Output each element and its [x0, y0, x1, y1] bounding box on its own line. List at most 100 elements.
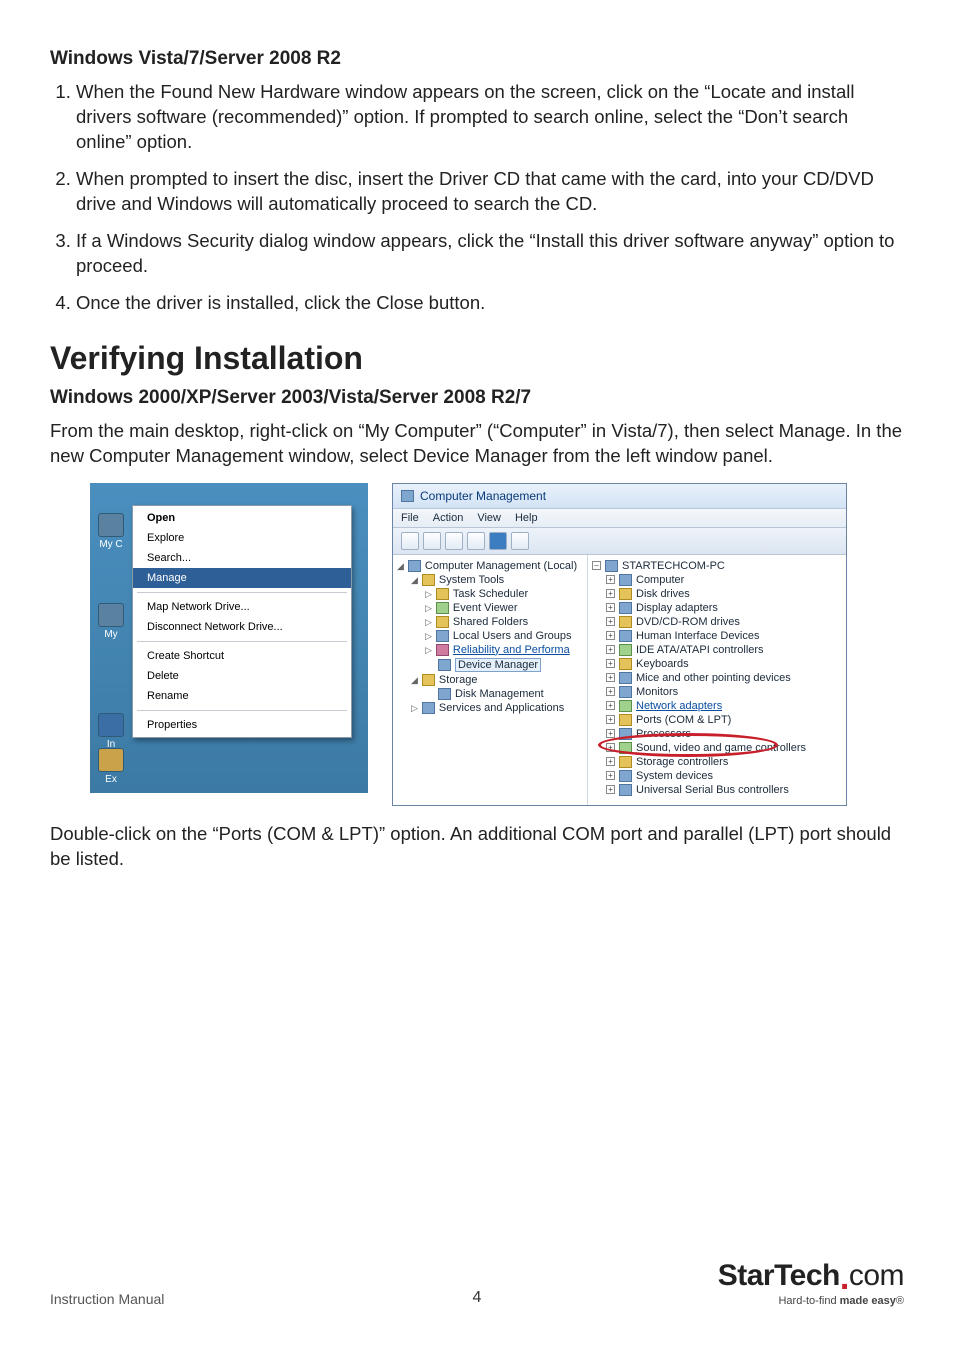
collapse-icon[interactable]: –: [592, 561, 601, 570]
node-label: Mice and other pointing devices: [636, 672, 791, 684]
expand-icon[interactable]: +: [606, 729, 615, 738]
desktop-icon-my-computer[interactable]: My C: [96, 513, 126, 550]
cm-titlebar: Computer Management: [393, 484, 846, 508]
ctx-search[interactable]: Search...: [133, 548, 351, 568]
cm-left-node[interactable]: ◢System Tools: [397, 573, 585, 587]
cm-right-node[interactable]: + Display adapters: [592, 601, 842, 615]
cm-menu-action[interactable]: Action: [433, 512, 464, 524]
cm-right-node[interactable]: + Disk drives: [592, 587, 842, 601]
cm-left-node[interactable]: Disk Management: [397, 687, 585, 701]
cm-right-node[interactable]: +Computer: [592, 573, 842, 587]
ctx-map-drive[interactable]: Map Network Drive...: [133, 597, 351, 617]
expand-icon[interactable]: +: [606, 645, 615, 654]
cm-left-node[interactable]: ▷ Services and Applications: [397, 701, 585, 715]
cm-right-node[interactable]: +Processors: [592, 727, 842, 741]
cm-menubar: File Action View Help: [393, 508, 846, 528]
desktop-icon-label: My: [104, 629, 117, 640]
node-icon: [619, 658, 632, 670]
expand-icon[interactable]: ◢: [411, 576, 418, 584]
desktop-icon-ie[interactable]: In: [96, 713, 126, 750]
cm-left-node[interactable]: Device Manager: [397, 657, 585, 673]
expand-icon[interactable]: ▷: [425, 646, 432, 654]
cm-right-node[interactable]: +Universal Serial Bus controllers: [592, 783, 842, 797]
expand-icon[interactable]: +: [606, 659, 615, 668]
expand-icon[interactable]: +: [606, 673, 615, 682]
brand-logo: StarTech.com: [718, 1259, 904, 1293]
ctx-delete[interactable]: Delete: [133, 666, 351, 686]
expand-icon[interactable]: ▷: [425, 632, 432, 640]
expand-icon[interactable]: ◢: [411, 676, 418, 684]
cm-right-node[interactable]: +Ports (COM & LPT): [592, 713, 842, 727]
expand-icon[interactable]: +: [606, 715, 615, 724]
expand-icon[interactable]: +: [606, 589, 615, 598]
verify-outro-text: Double-click on the “Ports (COM & LPT)” …: [50, 822, 904, 872]
expand-icon[interactable]: +: [606, 757, 615, 766]
node-label: Disk drives: [636, 588, 690, 600]
expand-icon[interactable]: +: [606, 743, 615, 752]
cm-left-node[interactable]: ▷Event Viewer: [397, 601, 585, 615]
cm-left-node[interactable]: ▷Task Scheduler: [397, 587, 585, 601]
page-footer: Instruction Manual 4 StarTech.com Hard-t…: [50, 1259, 904, 1307]
expand-icon[interactable]: ▷: [425, 618, 432, 626]
node-icon: [619, 630, 632, 642]
ctx-properties[interactable]: Properties: [133, 715, 351, 735]
device-root[interactable]: – STARTECHCOM-PC: [592, 559, 842, 573]
expand-icon[interactable]: +: [606, 575, 615, 584]
expand-icon[interactable]: +: [606, 631, 615, 640]
node-icon: [422, 674, 435, 686]
cm-menu-file[interactable]: File: [401, 512, 419, 524]
expand-icon[interactable]: +: [606, 617, 615, 626]
cm-right-node[interactable]: + Mice and other pointing devices: [592, 671, 842, 685]
ctx-rename[interactable]: Rename: [133, 686, 351, 706]
node-label: Display adapters: [636, 602, 718, 614]
cm-right-node[interactable]: +Network adapters: [592, 699, 842, 713]
ctx-disconnect-drive[interactable]: Disconnect Network Drive...: [133, 617, 351, 637]
cm-menu-view[interactable]: View: [477, 512, 501, 524]
tb-properties-icon[interactable]: [467, 532, 485, 550]
cm-right-node[interactable]: +IDE ATA/ATAPI controllers: [592, 643, 842, 657]
tb-refresh-icon[interactable]: [511, 532, 529, 550]
computer-icon: [605, 560, 618, 572]
tb-forward-icon[interactable]: [423, 532, 441, 550]
cm-title-text: Computer Management: [420, 489, 546, 503]
cm-right-node[interactable]: +DVD/CD-ROM drives: [592, 615, 842, 629]
node-icon: [619, 784, 632, 796]
cm-right-node[interactable]: +System devices: [592, 769, 842, 783]
node-icon: [619, 728, 632, 740]
expand-icon[interactable]: ▷: [425, 604, 432, 612]
cm-menu-help[interactable]: Help: [515, 512, 538, 524]
expand-icon[interactable]: +: [606, 785, 615, 794]
tb-up-icon[interactable]: [445, 532, 463, 550]
desktop-icon-my-docs[interactable]: My: [96, 603, 126, 640]
brand-name-a: StarTech: [718, 1259, 840, 1292]
node-label: Human Interface Devices: [636, 630, 760, 642]
cm-right-node[interactable]: + Human Interface Devices: [592, 629, 842, 643]
ctx-create-shortcut[interactable]: Create Shortcut: [133, 646, 351, 666]
cm-right-node[interactable]: +Storage controllers: [592, 755, 842, 769]
expand-icon[interactable]: +: [606, 771, 615, 780]
expand-icon[interactable]: ◢: [397, 562, 404, 570]
ctx-open[interactable]: Open: [133, 508, 351, 528]
expand-icon[interactable]: +: [606, 701, 615, 710]
cm-left-node[interactable]: ◢Storage: [397, 673, 585, 687]
cm-left-node[interactable]: ▷Shared Folders: [397, 615, 585, 629]
node-label: Services and Applications: [439, 702, 564, 714]
desktop-icon-explorer[interactable]: Ex: [96, 748, 126, 785]
cm-right-node[interactable]: +Sound, video and game controllers: [592, 741, 842, 755]
cm-right-node[interactable]: +Keyboards: [592, 657, 842, 671]
cm-left-node[interactable]: ◢Computer Management (Local): [397, 559, 585, 573]
tb-help-icon[interactable]: [489, 532, 507, 550]
tb-back-icon[interactable]: [401, 532, 419, 550]
expand-icon[interactable]: ▷: [425, 590, 432, 598]
expand-icon[interactable]: ▷: [411, 704, 418, 712]
expand-icon[interactable]: +: [606, 687, 615, 696]
ctx-manage[interactable]: Manage: [133, 568, 351, 588]
node-label: Monitors: [636, 686, 678, 698]
ctx-explore[interactable]: Explore: [133, 528, 351, 548]
desktop-icon-label: My C: [99, 539, 122, 550]
expand-icon[interactable]: +: [606, 603, 615, 612]
node-icon: [438, 659, 451, 671]
cm-left-node[interactable]: ▷Local Users and Groups: [397, 629, 585, 643]
cm-right-node[interactable]: + Monitors: [592, 685, 842, 699]
cm-left-node[interactable]: ▷Reliability and Performa: [397, 643, 585, 657]
